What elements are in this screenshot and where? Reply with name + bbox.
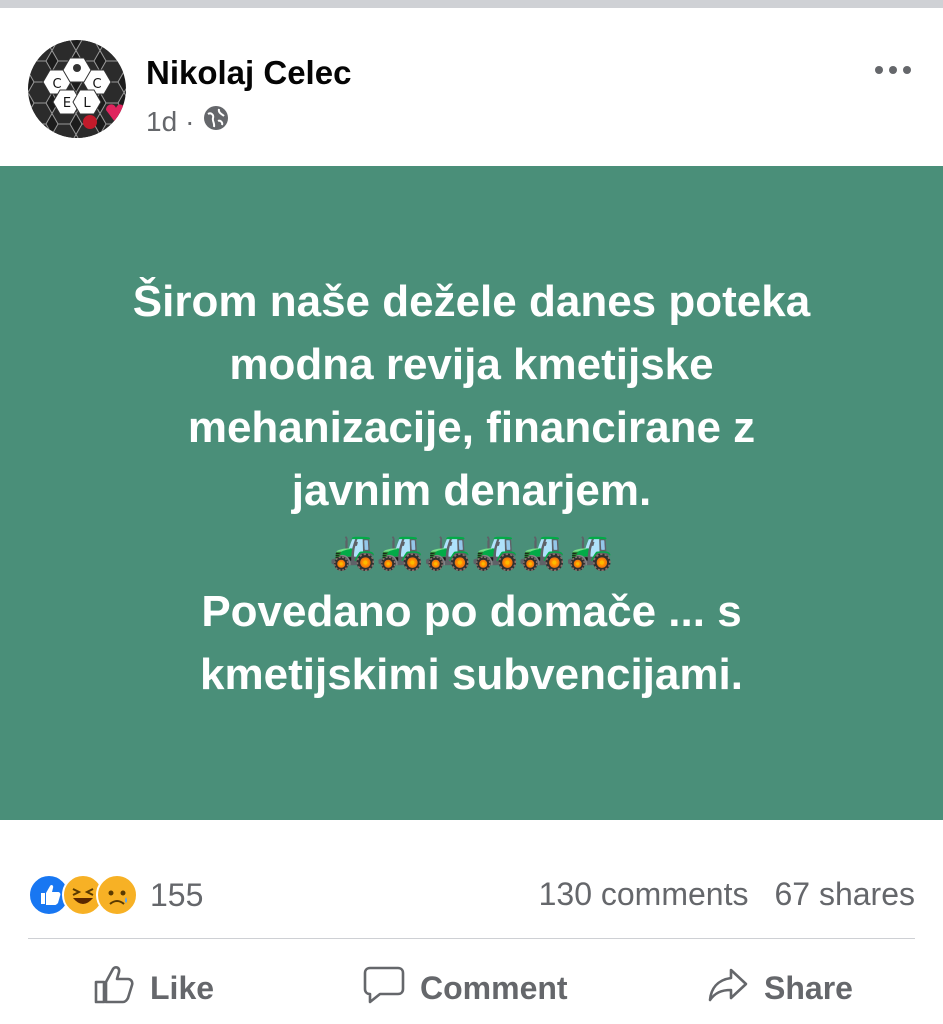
share-arrow-icon — [706, 962, 750, 1014]
post-stats: 155 130 comments 67 shares — [28, 868, 915, 920]
post-header: C C E L Nikolaj Celec 1d · — [0, 8, 943, 166]
post-text-line: javnim denarjem. — [291, 466, 652, 515]
shares-count[interactable]: 67 shares — [774, 876, 915, 913]
tractor-emoji-line: 🚜🚜🚜🚜🚜🚜 — [329, 530, 614, 572]
share-button[interactable]: Share — [706, 962, 853, 1014]
comment-share-counts: 130 comments 67 shares — [539, 876, 915, 913]
thumbs-up-icon — [92, 962, 136, 1014]
comment-button[interactable]: Comment — [362, 962, 568, 1014]
avatar-letter-e: E — [63, 96, 71, 111]
comment-bubble-icon — [362, 962, 406, 1014]
hexagon-avatar-graphic: C C E L — [28, 40, 126, 138]
like-label: Like — [150, 969, 215, 1006]
post-text-line: Povedano po domače ... s — [201, 587, 742, 636]
avatar-letter-c2: C — [92, 77, 101, 92]
author-name[interactable]: Nikolaj Celec — [146, 54, 351, 92]
comment-label: Comment — [420, 969, 568, 1006]
post-text-line: modna revija kmetijske — [229, 340, 714, 389]
post-text-line: Širom naše dežele danes poteka — [132, 277, 811, 326]
avatar[interactable]: C C E L — [28, 40, 126, 138]
like-button[interactable]: Like — [92, 962, 214, 1014]
avatar-letter-c1: C — [52, 77, 61, 92]
post-text-line: kmetijskimi subvencijami. — [200, 650, 743, 699]
globe-icon — [202, 104, 230, 139]
meta-separator: · — [185, 105, 195, 137]
post-background: Širom naše dežele danes poteka modna rev… — [0, 166, 943, 820]
comments-count[interactable]: 130 comments — [539, 876, 749, 913]
post-text: Širom naše dežele danes poteka modna rev… — [62, 270, 882, 706]
avatar-letter-l: L — [83, 96, 91, 111]
share-label: Share — [764, 969, 853, 1006]
top-separator-strip — [0, 0, 943, 8]
post-meta: 1d · — [146, 104, 230, 139]
post-actions: Like Comment Share — [0, 958, 943, 1024]
reaction-count[interactable]: 155 — [150, 877, 203, 914]
divider — [28, 938, 915, 939]
post-text-line: mehanizacije, financirane z — [187, 403, 756, 452]
more-dots-icon[interactable] — [871, 60, 915, 80]
reactions-summary[interactable]: 155 — [28, 874, 203, 916]
post-time[interactable]: 1d — [146, 106, 177, 138]
sad-reaction-icon — [96, 874, 138, 916]
